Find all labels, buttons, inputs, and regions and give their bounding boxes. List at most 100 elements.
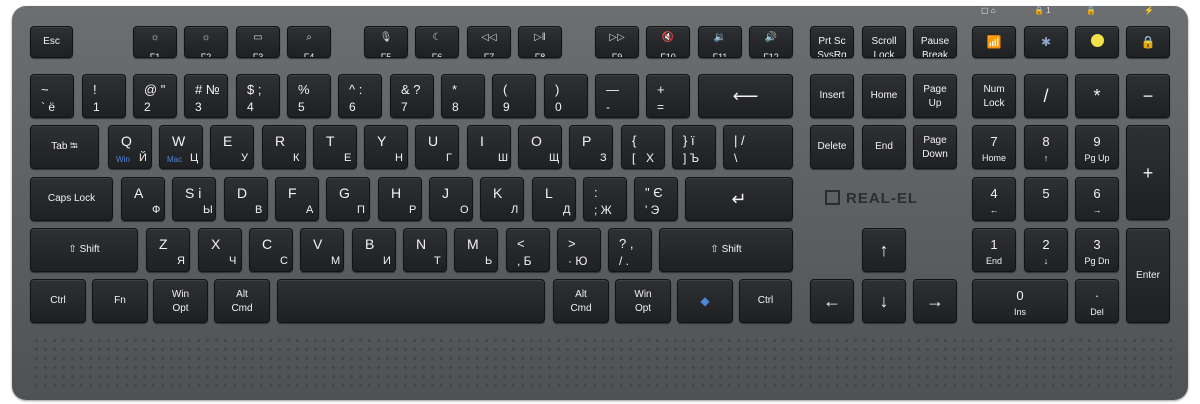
key-f8[interactable]: ▷‖ F8 bbox=[518, 26, 562, 58]
key-c[interactable]: CС bbox=[249, 228, 293, 272]
key-slash[interactable]: ? , / . bbox=[608, 228, 652, 272]
key-comma[interactable]: < , Б bbox=[506, 228, 550, 272]
key-n[interactable]: NТ bbox=[403, 228, 447, 272]
key-equals[interactable]: + = bbox=[646, 74, 690, 118]
key-np-9[interactable]: 9 Pg Up bbox=[1075, 125, 1119, 169]
key-i[interactable]: IШ bbox=[467, 125, 511, 169]
key-home[interactable]: Home bbox=[862, 74, 906, 118]
key-page-up[interactable]: Page Up bbox=[913, 74, 957, 118]
key-t[interactable]: TЕ bbox=[313, 125, 357, 169]
key-q[interactable]: Q Й Win bbox=[108, 125, 152, 169]
key-f9[interactable]: ▷▷ F9 bbox=[595, 26, 639, 58]
key-w[interactable]: W Ц Mac bbox=[159, 125, 203, 169]
key-fn[interactable]: Fn bbox=[92, 279, 148, 323]
key-5[interactable]: % 5 bbox=[287, 74, 331, 118]
key-arrow-right[interactable]: → bbox=[913, 279, 957, 323]
key-u[interactable]: UГ bbox=[415, 125, 459, 169]
key-f4[interactable]: ⌕ F4 bbox=[287, 26, 331, 58]
key-left-win[interactable]: Win Opt bbox=[153, 279, 208, 323]
key-f10[interactable]: 🔇 F10 bbox=[646, 26, 690, 58]
key-pause[interactable]: Pause Break bbox=[913, 26, 957, 58]
key-b[interactable]: BИ bbox=[352, 228, 396, 272]
key-np-7[interactable]: 7 Home bbox=[972, 125, 1016, 169]
key-tilde[interactable]: ~ ` ё bbox=[30, 74, 74, 118]
key-4[interactable]: $ ; 4 bbox=[236, 74, 280, 118]
key-z[interactable]: ZЯ bbox=[146, 228, 190, 272]
key-2[interactable]: @ " 2 bbox=[133, 74, 177, 118]
key-period[interactable]: > · Ю bbox=[557, 228, 601, 272]
key-menu[interactable]: ◆ bbox=[677, 279, 733, 323]
key-rbracket[interactable]: } ї] Ъ bbox=[672, 125, 716, 169]
key-np-dot[interactable]: · Del bbox=[1075, 279, 1119, 323]
key-f5[interactable]: 🎙 F5 bbox=[364, 26, 408, 58]
key-r[interactable]: RК bbox=[262, 125, 306, 169]
key-f[interactable]: FА bbox=[275, 177, 319, 221]
key-h[interactable]: HР bbox=[378, 177, 422, 221]
key-f12[interactable]: 🔊 F12 bbox=[749, 26, 793, 58]
key-np-plus[interactable]: + bbox=[1126, 125, 1170, 220]
key-f6[interactable]: ☾ F6 bbox=[415, 26, 459, 58]
key-right-ctrl[interactable]: Ctrl bbox=[739, 279, 792, 323]
key-np-star[interactable]: * bbox=[1075, 74, 1119, 118]
key-lock[interactable]: 🔒 bbox=[1126, 26, 1170, 58]
key-backspace[interactable]: ⟵ bbox=[698, 74, 793, 118]
key-f3[interactable]: ▭ F3 bbox=[236, 26, 280, 58]
key-esc[interactable]: Esc bbox=[30, 26, 73, 58]
key-minus[interactable]: — - bbox=[595, 74, 639, 118]
key-j[interactable]: JО bbox=[429, 177, 473, 221]
key-np-1[interactable]: 1 End bbox=[972, 228, 1016, 272]
key-num-lock[interactable]: Num Lock bbox=[972, 74, 1016, 118]
key-6[interactable]: ^ : 6 bbox=[338, 74, 382, 118]
key-f2[interactable]: ☼ F2 bbox=[184, 26, 228, 58]
key-scroll-lock[interactable]: Scroll Lock bbox=[862, 26, 906, 58]
key-arrow-up[interactable]: ↑ bbox=[862, 228, 906, 272]
key-m[interactable]: MЬ bbox=[454, 228, 498, 272]
key-e[interactable]: EУ bbox=[210, 125, 254, 169]
key-np-4[interactable]: 4 ← bbox=[972, 177, 1016, 221]
key-3[interactable]: # № 3 bbox=[184, 74, 228, 118]
key-p[interactable]: PЗ bbox=[569, 125, 613, 169]
key-g[interactable]: GП bbox=[326, 177, 370, 221]
key-y[interactable]: YН bbox=[364, 125, 408, 169]
key-semicolon[interactable]: : ; Ж bbox=[583, 177, 627, 221]
key-x[interactable]: XЧ bbox=[198, 228, 242, 272]
key-left-ctrl[interactable]: Ctrl bbox=[30, 279, 86, 323]
key-7[interactable]: & ? 7 bbox=[390, 74, 434, 118]
key-end[interactable]: End bbox=[862, 125, 906, 169]
key-tab[interactable]: Tab ⭾ bbox=[30, 125, 99, 169]
key-k[interactable]: KЛ bbox=[480, 177, 524, 221]
key-space[interactable] bbox=[277, 279, 545, 323]
key-0[interactable]: ) 0 bbox=[544, 74, 588, 118]
key-wifi[interactable]: 📶 bbox=[972, 26, 1016, 58]
key-np-8[interactable]: 8 ↑ bbox=[1024, 125, 1068, 169]
key-right-shift[interactable]: ⇧ Shift bbox=[659, 228, 793, 272]
key-np-3[interactable]: 3 Pg Dn bbox=[1075, 228, 1119, 272]
key-arrow-down[interactable]: ↓ bbox=[862, 279, 906, 323]
key-quote[interactable]: " Є ' Э bbox=[634, 177, 678, 221]
key-bluetooth[interactable]: ✱ bbox=[1024, 26, 1068, 58]
key-s[interactable]: S іЫ bbox=[172, 177, 216, 221]
key-caps-lock[interactable]: Caps Lock bbox=[30, 177, 113, 221]
key-enter[interactable]: ↵ bbox=[685, 177, 793, 221]
key-lbracket[interactable]: {[Х bbox=[621, 125, 665, 169]
key-v[interactable]: VМ bbox=[300, 228, 344, 272]
key-delete[interactable]: Delete bbox=[810, 125, 854, 169]
key-prtsc[interactable]: Prt Sc SysRq bbox=[810, 26, 854, 58]
key-page-down[interactable]: Page Down bbox=[913, 125, 957, 169]
key-insert[interactable]: Insert bbox=[810, 74, 854, 118]
key-np-minus[interactable]: − bbox=[1126, 74, 1170, 118]
key-f11[interactable]: 🔉 F11 bbox=[698, 26, 742, 58]
key-backslash[interactable]: | / \ bbox=[723, 125, 793, 169]
key-8[interactable]: * 8 bbox=[441, 74, 485, 118]
key-9[interactable]: (9 bbox=[492, 74, 536, 118]
key-np-slash[interactable]: / bbox=[1024, 74, 1068, 118]
key-np-enter[interactable]: Enter bbox=[1126, 228, 1170, 323]
key-emoji[interactable] bbox=[1075, 26, 1119, 58]
key-np-2[interactable]: 2 ↓ bbox=[1024, 228, 1068, 272]
key-np-5[interactable]: 5 bbox=[1024, 177, 1068, 221]
key-right-alt[interactable]: Alt Cmd bbox=[553, 279, 609, 323]
key-np-0[interactable]: 0 Ins bbox=[972, 279, 1068, 323]
key-d[interactable]: DВ bbox=[224, 177, 268, 221]
key-right-win[interactable]: Win Opt bbox=[615, 279, 671, 323]
key-o[interactable]: OЩ bbox=[518, 125, 562, 169]
